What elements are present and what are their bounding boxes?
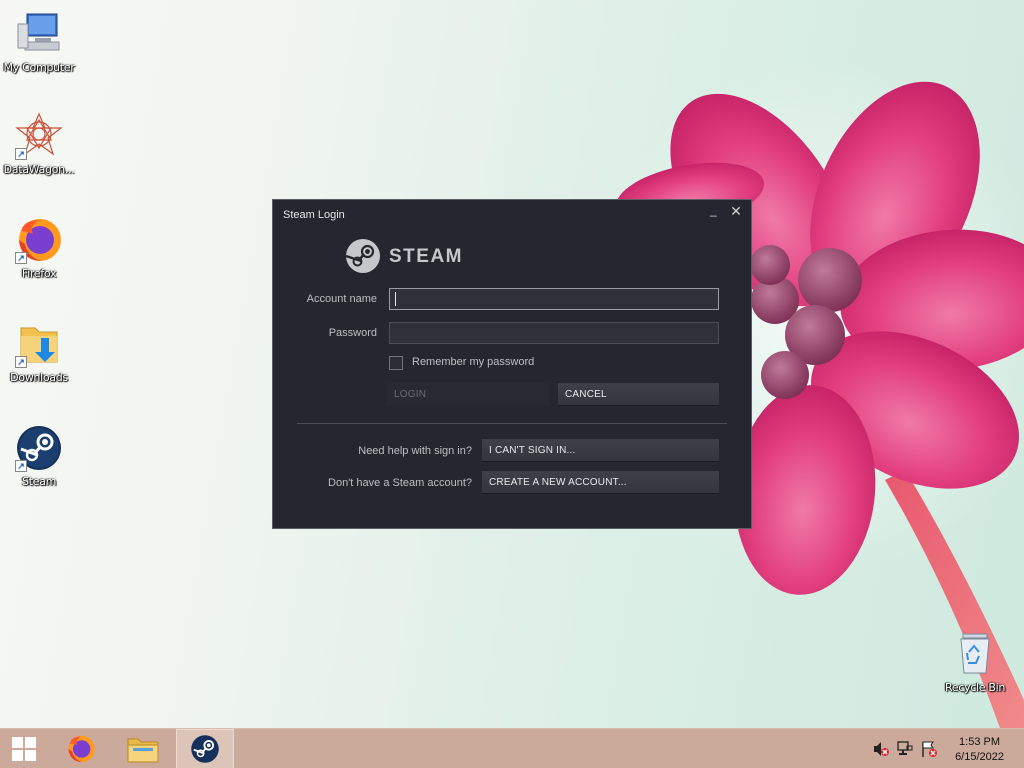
close-button[interactable]: ✕: [729, 204, 743, 220]
no-account-prompt: Don't have a Steam account?: [328, 477, 472, 489]
datawagon-icon: ↗: [15, 112, 63, 160]
taskbar: 1:53 PM 6/15/2022: [0, 728, 1024, 768]
desktop-icon-label: My Computer: [3, 61, 75, 74]
firefox-icon: ↗: [15, 216, 63, 264]
folder-icon: [127, 738, 159, 763]
recycle-bin-icon: [951, 630, 999, 678]
steam-logo-icon: [345, 238, 381, 274]
password-label: Password: [328, 327, 377, 339]
desktop-icon-recycle-bin[interactable]: Recycle Bin: [935, 630, 1015, 694]
desktop-icon-label: DataWagon...: [3, 163, 75, 176]
steam-icon: ↗: [15, 424, 63, 472]
dialog-title: Steam Login: [283, 209, 345, 221]
steam-icon: [191, 735, 219, 763]
shortcut-arrow-icon: ↗: [15, 356, 27, 368]
desktop-icon-label: Firefox: [21, 267, 57, 280]
login-button[interactable]: LOGIN: [387, 383, 549, 406]
minimize-button[interactable]: _: [710, 203, 724, 219]
cant-sign-in-button[interactable]: I CAN'T SIGN IN...: [482, 439, 719, 462]
steam-login-dialog: Steam Login _ ✕ STEAM Account name Passw…: [272, 199, 752, 529]
windows-logo-icon: [12, 737, 36, 761]
divider: [297, 423, 727, 424]
clock-date: 6/15/2022: [955, 751, 1004, 763]
desktop-icon-label: Downloads: [10, 371, 68, 384]
start-button[interactable]: [0, 729, 48, 768]
remember-password-checkbox[interactable]: [389, 356, 403, 370]
desktop-icon-my-computer[interactable]: My Computer: [0, 10, 79, 74]
shortcut-arrow-icon: ↗: [15, 148, 27, 160]
steam-wordmark: STEAM: [389, 246, 463, 267]
account-name-label: Account name: [306, 293, 377, 305]
action-center-flag-icon[interactable]: [920, 740, 938, 758]
system-clock[interactable]: 1:53 PM 6/15/2022: [955, 735, 1004, 765]
desktop-icon-label: Recycle Bin: [944, 681, 1006, 694]
remember-password-label[interactable]: Remember my password: [412, 356, 534, 368]
text-caret: [395, 292, 396, 306]
desktop-icon-steam[interactable]: ↗ Steam: [0, 424, 79, 488]
clock-time: 1:53 PM: [959, 736, 1001, 748]
desktop-icon-datawagon[interactable]: ↗ DataWagon...: [0, 112, 79, 176]
desktop-icon-firefox[interactable]: ↗ Firefox: [0, 216, 79, 280]
shortcut-arrow-icon: ↗: [15, 460, 27, 472]
create-account-button[interactable]: CREATE A NEW ACCOUNT...: [482, 471, 719, 494]
computer-icon: [15, 10, 63, 58]
taskbar-file-explorer-button[interactable]: [114, 729, 172, 768]
taskbar-firefox-button[interactable]: [52, 729, 110, 768]
shortcut-arrow-icon: ↗: [15, 252, 27, 264]
help-prompt: Need help with sign in?: [358, 445, 472, 457]
taskbar-steam-button[interactable]: [176, 729, 234, 768]
network-icon[interactable]: [896, 740, 914, 758]
volume-muted-icon[interactable]: [872, 740, 890, 758]
firefox-icon: [68, 735, 95, 763]
downloads-folder-icon: ↗: [15, 320, 63, 368]
account-name-input[interactable]: [389, 288, 719, 310]
cancel-button[interactable]: CANCEL: [558, 383, 719, 406]
desktop-icon-downloads[interactable]: ↗ Downloads: [0, 320, 79, 384]
desktop-icon-label: Steam: [21, 475, 57, 488]
system-tray: [872, 729, 938, 768]
password-input[interactable]: [389, 322, 719, 344]
